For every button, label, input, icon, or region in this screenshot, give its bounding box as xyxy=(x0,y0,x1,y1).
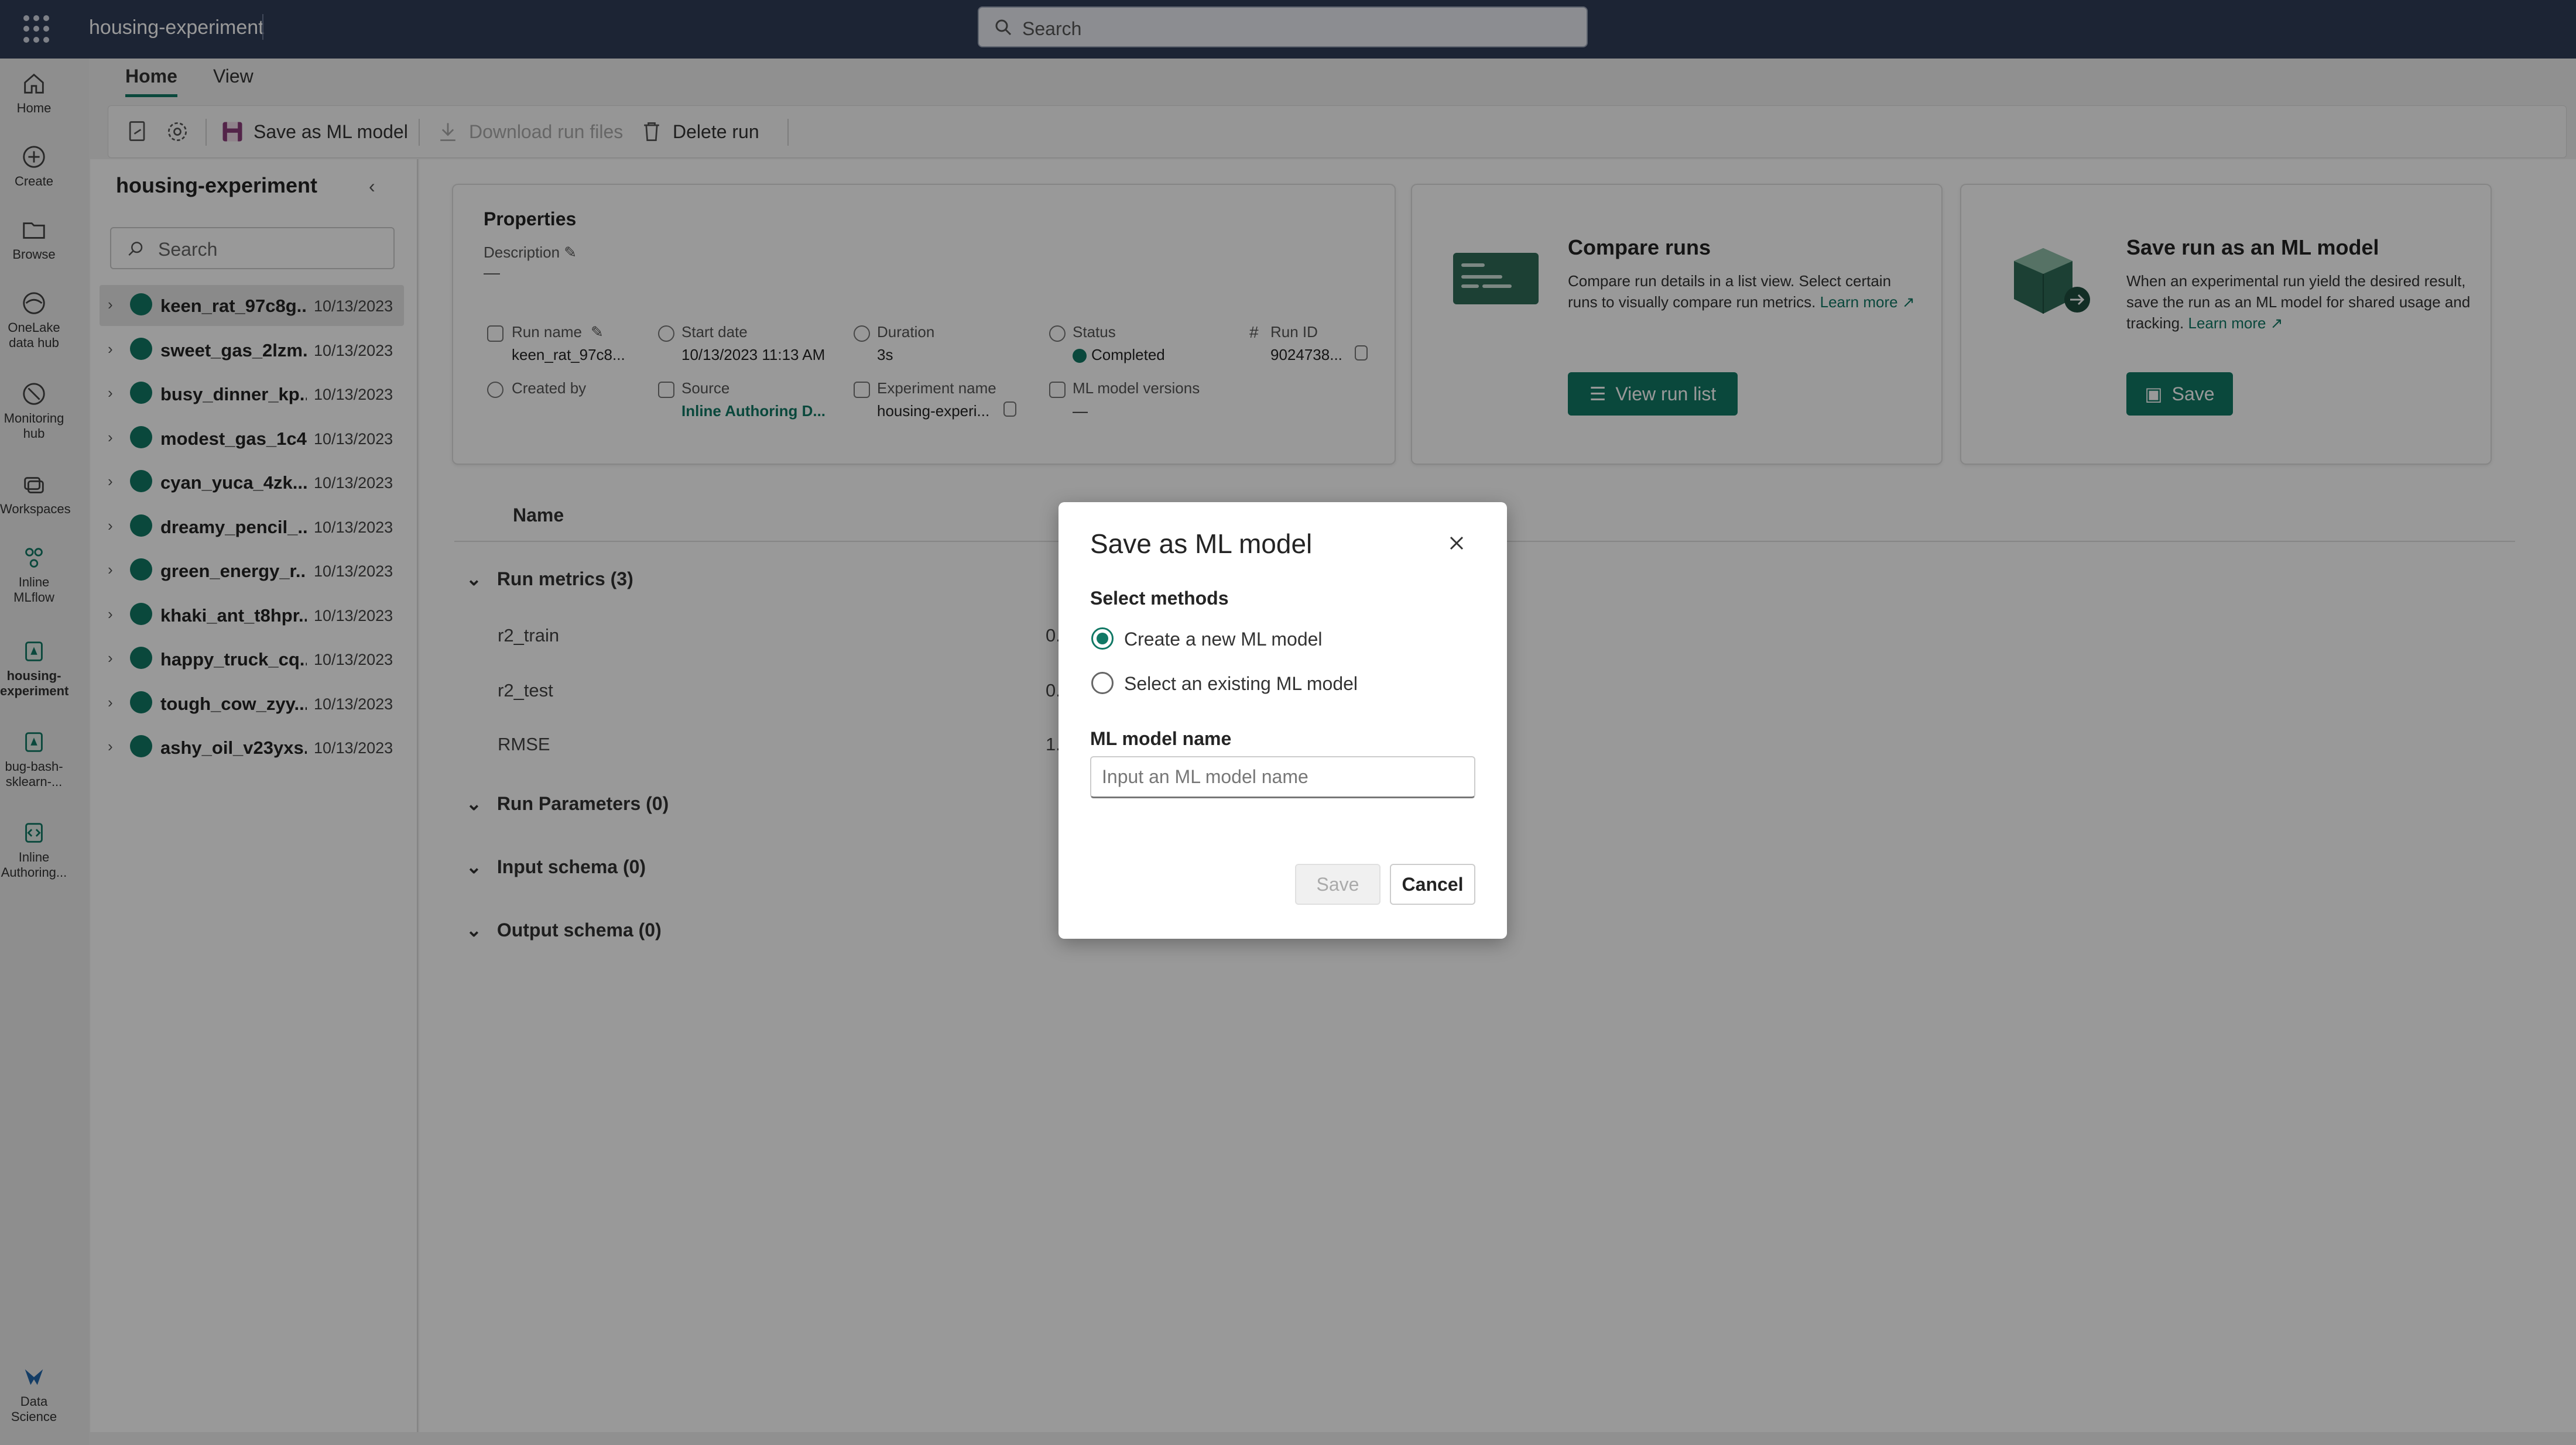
select-existing-model-radio[interactable] xyxy=(1091,672,1114,694)
ml-model-name-field[interactable] xyxy=(1090,756,1475,798)
create-new-model-radio[interactable] xyxy=(1091,627,1114,650)
ml-model-name-label: ML model name xyxy=(1090,728,1232,749)
dialog-cancel-button[interactable]: Cancel xyxy=(1390,864,1475,905)
select-methods-label: Select methods xyxy=(1090,588,1229,609)
save-as-ml-model-dialog: Save as ML model Select methods Create a… xyxy=(1059,502,1507,939)
create-new-model-label[interactable]: Create a new ML model xyxy=(1124,629,1323,650)
select-existing-model-label[interactable]: Select an existing ML model xyxy=(1124,673,1358,695)
close-icon[interactable] xyxy=(1445,531,1468,555)
dialog-title: Save as ML model xyxy=(1090,528,1313,559)
dialog-save-button[interactable]: Save xyxy=(1295,864,1381,905)
ml-model-name-input[interactable] xyxy=(1091,757,1474,797)
